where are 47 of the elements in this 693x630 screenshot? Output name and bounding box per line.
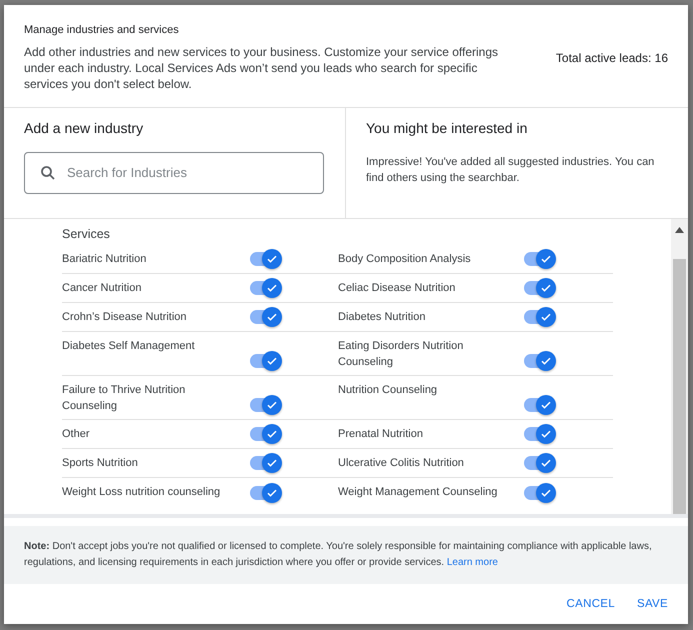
scrollbar[interactable] — [671, 218, 688, 514]
toggle-switch[interactable] — [250, 486, 280, 500]
section-heading: You might be interested in — [366, 120, 528, 136]
toggle-switch[interactable] — [250, 252, 280, 266]
toggle-switch[interactable] — [524, 310, 554, 324]
section-heading: Add a new industry — [24, 120, 144, 136]
search-field[interactable]: Search for Industries — [24, 152, 324, 194]
service-label: Failure to Thrive Nutrition Counseling — [62, 382, 186, 414]
service-label: Eating Disorders Nutrition Counseling — [338, 338, 464, 370]
service-label: Diabetes Nutrition — [338, 310, 426, 325]
toggle-switch[interactable] — [524, 426, 554, 441]
toggle-switch[interactable] — [524, 252, 554, 266]
dialog-description: Add other industries and new services to your business. Customize your service offerings under each industry. Local Services Ads won’t send you leads who search for specific services you don't select below. — [24, 44, 500, 92]
toggle-switch[interactable] — [524, 456, 554, 470]
cancel-button[interactable]: CANCEL — [560, 592, 621, 616]
toggle-switch[interactable] — [250, 456, 280, 470]
service-label: Ulcerative Colitis Nutrition — [338, 456, 465, 471]
service-label: Bariatric Nutrition — [62, 252, 148, 267]
service-label: Weight Loss nutrition counseling — [62, 484, 222, 500]
toggle-switch[interactable] — [524, 486, 554, 500]
toggle-switch[interactable] — [250, 398, 280, 412]
service-label: Sports Nutrition — [62, 456, 139, 471]
dialog-title: Manage industries and services — [24, 24, 180, 36]
toggle-switch[interactable] — [250, 354, 280, 368]
search-icon — [39, 164, 57, 182]
service-label: Other — [62, 426, 91, 442]
toggle-switch[interactable] — [524, 280, 554, 295]
toggle-switch[interactable] — [250, 280, 280, 295]
scroll-up-icon[interactable] — [675, 226, 684, 233]
learn-more-link[interactable]: Learn more — [446, 557, 498, 568]
service-label: Nutrition Counseling — [338, 382, 438, 398]
total-leads: Total active leads: 16 — [556, 50, 668, 65]
service-label: Prenatal Nutrition — [338, 426, 424, 442]
service-label: Celiac Disease Nutrition — [338, 280, 456, 296]
toggle-switch[interactable] — [250, 426, 280, 441]
suggestions-message: Impressive! You've added all suggested industries. You can find others using the searchbar. — [366, 154, 656, 186]
service-label: Weight Management Counseling — [338, 484, 498, 500]
service-label: Diabetes Self Management — [62, 338, 196, 354]
service-label: Crohn’s Disease Nutrition — [62, 310, 188, 325]
save-button[interactable]: SAVE — [630, 592, 674, 616]
service-label: Cancer Nutrition — [62, 280, 142, 296]
services-heading: Services — [62, 226, 111, 241]
note-text: Note: Don't accept jobs you're not qualified or licensed to complete. You're solely responsible for maintaining compliance with applicable laws, regulations, and licensing requirements in each jurisdiction where you offer or provide services. Learn more — [24, 541, 652, 568]
toggle-switch[interactable] — [250, 310, 280, 324]
toggle-switch[interactable] — [524, 398, 554, 412]
service-label: Body Composition Analysis — [338, 252, 472, 267]
toggle-switch[interactable] — [524, 354, 554, 368]
